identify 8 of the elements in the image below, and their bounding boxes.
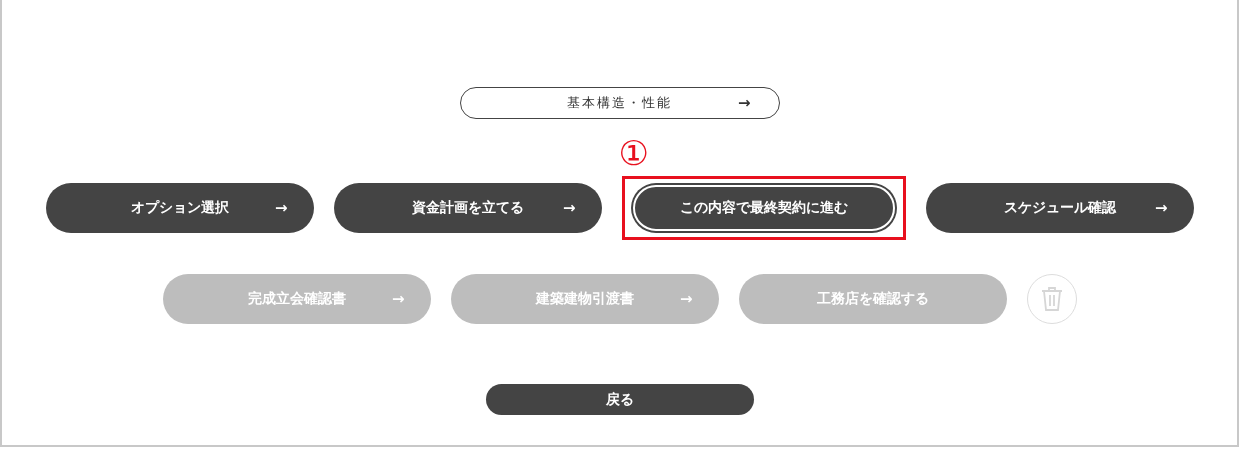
step-number: ① xyxy=(618,133,649,173)
action-button[interactable]: 資金計画を立てる → xyxy=(333,183,602,233)
back-button[interactable]: 戻る xyxy=(485,384,754,415)
action-button[interactable]: この内容で最終契約に進む xyxy=(632,185,895,231)
trash-icon xyxy=(1040,286,1063,312)
basic-structure-button[interactable]: 基本構造・性能 → xyxy=(459,87,780,119)
action-button[interactable]: オプション選択 → xyxy=(45,183,314,233)
action-button[interactable]: スケジュール確認 → xyxy=(925,183,1194,233)
